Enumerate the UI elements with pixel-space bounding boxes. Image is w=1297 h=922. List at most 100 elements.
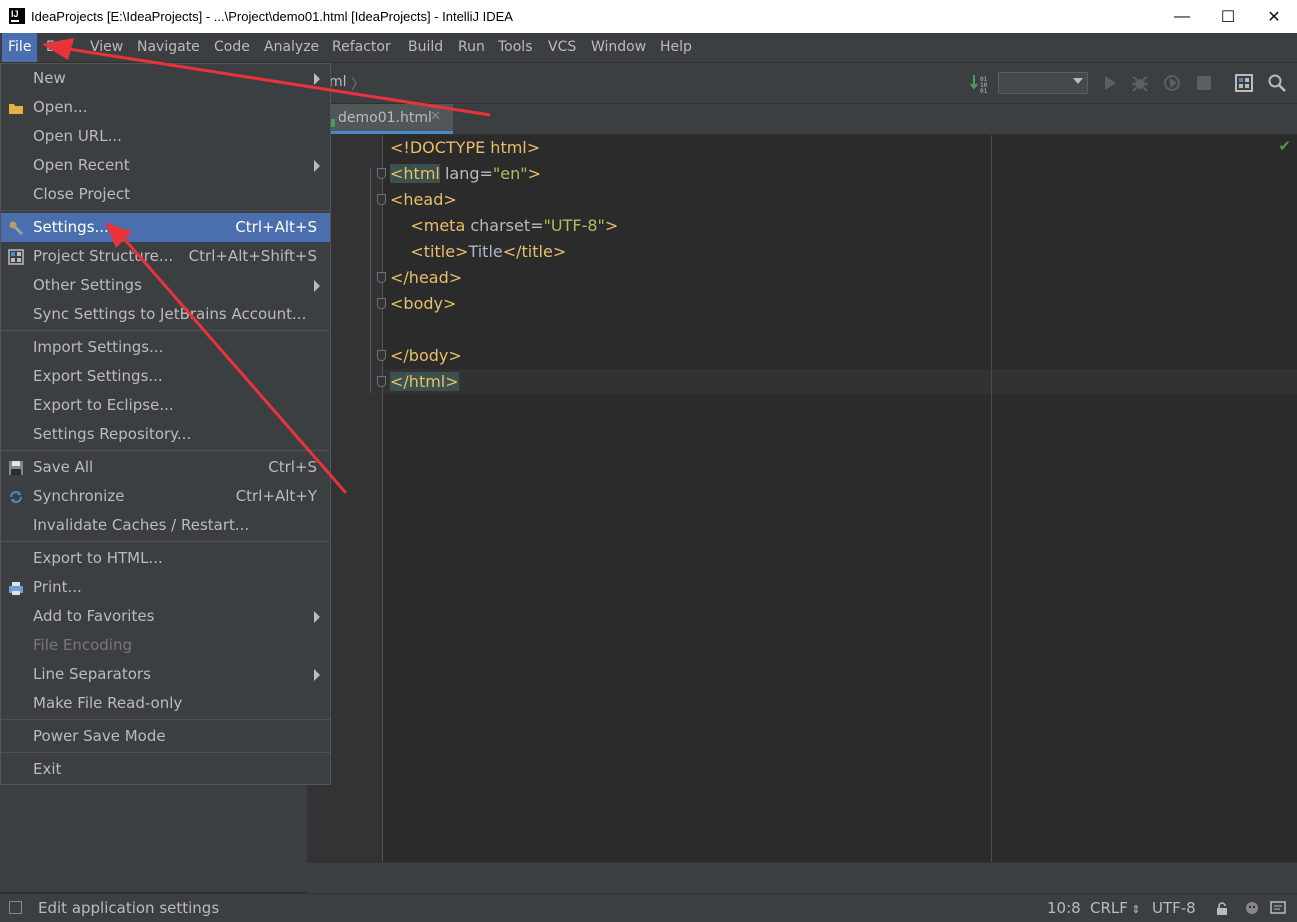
menu-item-export-to-eclipse[interactable]: Export to Eclipse... bbox=[1, 391, 330, 420]
editor-tab[interactable]: demo01.html ✕ bbox=[327, 104, 453, 134]
code-content[interactable]: <!DOCTYPE html> <html lang="en"> <head> <m… bbox=[390, 135, 618, 395]
menu-code[interactable]: Code bbox=[208, 33, 256, 62]
menu-item-settings[interactable]: Settings... Ctrl+Alt+S bbox=[1, 213, 330, 242]
menu-refactor[interactable]: Refactor bbox=[326, 33, 397, 62]
caret-position[interactable]: 10:8 bbox=[1047, 899, 1081, 917]
menu-item-open-recent[interactable]: Open Recent bbox=[1, 151, 330, 180]
fold-marker-icon[interactable] bbox=[377, 350, 386, 361]
menu-item-project-structure[interactable]: Project Structure... Ctrl+Alt+Shift+S bbox=[1, 242, 330, 271]
menu-run[interactable]: Run bbox=[452, 33, 491, 62]
submenu-arrow-icon bbox=[314, 73, 320, 85]
close-tab-icon[interactable]: ✕ bbox=[430, 109, 441, 124]
menu-help[interactable]: Help bbox=[654, 33, 698, 62]
menu-item-import-settings[interactable]: Import Settings... bbox=[1, 333, 330, 362]
code-token: </head> bbox=[390, 268, 463, 287]
fold-marker-icon[interactable] bbox=[377, 194, 386, 205]
run-icon[interactable] bbox=[1100, 73, 1120, 93]
menu-item-label: Sync Settings to JetBrains Account... bbox=[33, 305, 307, 323]
notifications-icon[interactable] bbox=[1270, 900, 1286, 916]
project-structure-icon bbox=[8, 249, 24, 265]
menu-item-label: Import Settings... bbox=[33, 338, 164, 356]
menu-item-label: Line Separators bbox=[33, 665, 151, 683]
menu-item-open-url[interactable]: Open URL... bbox=[1, 122, 330, 151]
line-separator-label: CRLF bbox=[1090, 899, 1128, 917]
indent-guide bbox=[370, 168, 371, 393]
menu-item-export-settings[interactable]: Export Settings... bbox=[1, 362, 330, 391]
menu-item-line-separators[interactable]: Line Separators bbox=[1, 660, 330, 689]
stop-icon[interactable] bbox=[1194, 73, 1214, 93]
menu-item-open[interactable]: Open... bbox=[1, 93, 330, 122]
menu-item-label: Synchronize bbox=[33, 487, 125, 505]
menu-item-close-project[interactable]: Close Project bbox=[1, 180, 330, 209]
menu-item-make-file-read-only[interactable]: Make File Read-only bbox=[1, 689, 330, 718]
menu-item-invalidate-caches-restart[interactable]: Invalidate Caches / Restart... bbox=[1, 511, 330, 540]
lock-icon[interactable] bbox=[1216, 902, 1228, 915]
menu-item-shortcut: Ctrl+Alt+Shift+S bbox=[188, 247, 317, 265]
file-encoding[interactable]: UTF-8 bbox=[1152, 899, 1196, 917]
menu-item-sync-settings-to-jetbrains-account[interactable]: Sync Settings to JetBrains Account... bbox=[1, 300, 330, 329]
menu-item-label: Open... bbox=[33, 98, 88, 116]
build-icon[interactable]: 01 10 01 bbox=[969, 73, 989, 93]
run-configuration-select[interactable] bbox=[998, 72, 1088, 94]
project-structure-toolbar-icon[interactable] bbox=[1234, 73, 1254, 93]
code-line[interactable]: <head> bbox=[390, 187, 618, 213]
menu-item-save-all[interactable]: Save All Ctrl+S bbox=[1, 453, 330, 482]
menu-item-label: Make File Read-only bbox=[33, 694, 183, 712]
menu-item-label: New bbox=[33, 69, 66, 87]
code-line[interactable]: </html> bbox=[390, 369, 618, 395]
menu-item-label: Project Structure... bbox=[33, 247, 174, 265]
menu-item-file-encoding: File Encoding bbox=[1, 631, 330, 660]
menu-item-label: Open URL... bbox=[33, 127, 122, 145]
code-editor[interactable]: <!DOCTYPE html> <html lang="en"> <head> <m… bbox=[307, 135, 1297, 862]
code-line[interactable]: <body> bbox=[390, 291, 618, 317]
code-line[interactable]: <html lang="en"> bbox=[390, 161, 618, 187]
breadcrumb[interactable]: ml bbox=[329, 74, 347, 90]
breadcrumb-chevron-icon: 〉 bbox=[351, 77, 365, 93]
menu-vcs[interactable]: VCS bbox=[542, 33, 582, 62]
menu-analyze[interactable]: Analyze bbox=[258, 33, 325, 62]
folder-icon bbox=[9, 104, 23, 114]
debug-icon[interactable] bbox=[1130, 73, 1150, 93]
minimize-button[interactable]: — bbox=[1159, 0, 1205, 33]
code-token: html bbox=[490, 138, 527, 157]
menu-item-new[interactable]: New bbox=[1, 64, 330, 93]
menu-item-synchronize[interactable]: Synchronize Ctrl+Alt+Y bbox=[1, 482, 330, 511]
fold-marker-icon[interactable] bbox=[377, 376, 386, 387]
menu-item-export-to-html[interactable]: Export to HTML... bbox=[1, 544, 330, 573]
menu-item-settings-repository[interactable]: Settings Repository... bbox=[1, 420, 330, 449]
tool-windows-icon[interactable] bbox=[9, 901, 22, 914]
menu-edit[interactable]: Edit bbox=[40, 33, 79, 62]
fold-marker-icon[interactable] bbox=[377, 272, 386, 283]
fold-marker-icon[interactable] bbox=[377, 298, 386, 309]
code-line[interactable]: <meta charset="UTF-8"> bbox=[390, 213, 618, 239]
svg-text:01: 01 bbox=[980, 88, 988, 93]
menu-item-other-settings[interactable]: Other Settings bbox=[1, 271, 330, 300]
code-line[interactable] bbox=[390, 317, 618, 343]
search-icon[interactable] bbox=[1267, 73, 1287, 93]
menu-view[interactable]: View bbox=[84, 33, 129, 62]
coverage-icon[interactable] bbox=[1162, 73, 1182, 93]
menu-navigate[interactable]: Navigate bbox=[131, 33, 206, 62]
menu-item-exit[interactable]: Exit bbox=[1, 755, 330, 784]
menu-build[interactable]: Build bbox=[402, 33, 449, 62]
menu-item-add-to-favorites[interactable]: Add to Favorites bbox=[1, 602, 330, 631]
code-line[interactable]: </head> bbox=[390, 265, 618, 291]
submenu-arrow-icon bbox=[314, 669, 320, 681]
close-button[interactable]: ✕ bbox=[1251, 0, 1297, 33]
menu-file[interactable]: File bbox=[2, 33, 38, 62]
line-separator[interactable]: CRLF ⇕ bbox=[1090, 899, 1141, 917]
menu-item-label: Export Settings... bbox=[33, 367, 163, 385]
menu-item-power-save-mode[interactable]: Power Save Mode bbox=[1, 722, 330, 751]
fold-marker-icon[interactable] bbox=[377, 168, 386, 179]
menu-item-label: Add to Favorites bbox=[33, 607, 155, 625]
code-line[interactable]: <title>Title</title> bbox=[390, 239, 618, 265]
maximize-button[interactable]: ☐ bbox=[1205, 0, 1251, 33]
print-icon bbox=[9, 582, 23, 595]
code-line[interactable]: <!DOCTYPE html> bbox=[390, 135, 618, 161]
inspector-icon[interactable] bbox=[1244, 900, 1260, 916]
code-token: "UTF-8" bbox=[543, 216, 605, 235]
menu-tools[interactable]: Tools bbox=[492, 33, 539, 62]
menu-item-print[interactable]: Print... bbox=[1, 573, 330, 602]
code-line[interactable]: </body> bbox=[390, 343, 618, 369]
menu-window[interactable]: Window bbox=[585, 33, 652, 62]
